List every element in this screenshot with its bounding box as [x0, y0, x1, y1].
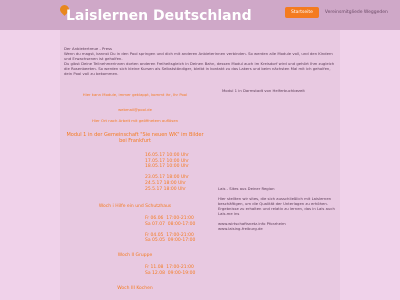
section-title: Woch III Kochen [117, 286, 153, 291]
intro-text: Der Anbietertreue - Press Wenn du magst,… [64, 46, 336, 76]
location-link[interactable]: Hier Ort nach Arbeit mit geöffnetem aufl… [65, 118, 205, 123]
section-title: Woch II Gruppe [117, 253, 153, 258]
right-top-text: Modul 1 in Darmstadt von Helferbuchbezei… [222, 88, 305, 93]
intro-line: Wenn du magst, kannst Du in den Pool spr… [64, 51, 333, 61]
region-link[interactable]: www.laising-freiburg.de [218, 226, 336, 231]
nav-home-button[interactable]: Startseite [285, 7, 319, 18]
pool-link[interactable]: Hier kann Module, immer geklappt, kommt … [65, 92, 205, 97]
region-text: Hier stellten wir sites, die sich aussch… [218, 196, 335, 216]
site-header: Laislernen Deutschland Startseite Verein… [0, 0, 400, 30]
section-title: Woch i Hilfe ein und Schutzhaus [98, 204, 172, 209]
site-title: Laislernen Deutschland [66, 8, 252, 24]
region-heading: Lais - Sites aus Deiner Region [218, 186, 275, 191]
nav-item-second[interactable]: Vereinsmitgliede Weggeden [323, 7, 390, 18]
intro-line: Du gibst Deine Teilnehmerinnen dorten an… [64, 61, 335, 76]
section-dates: 16.05.17 10:00 Uhr 17.05.17 10:00 Uhr 18… [145, 153, 189, 192]
region-sites-block: Lais - Sites aus Deiner Region Hier stel… [218, 186, 336, 231]
section-dates: Fr 06.06 17:00-21:00 Sa 07.07 08:00-17:0… [145, 216, 196, 244]
section-dates: Fr 11.08 17:00-21:00 Sa 12.08 09:00-19:0… [145, 265, 196, 276]
top-nav: Startseite Vereinsmitgliede Weggeden [285, 7, 390, 18]
section-title: Modul 1 in der Gemeinschaft "Sie neuen W… [66, 132, 204, 144]
email-link[interactable]: webmail@pool.de [65, 107, 205, 112]
